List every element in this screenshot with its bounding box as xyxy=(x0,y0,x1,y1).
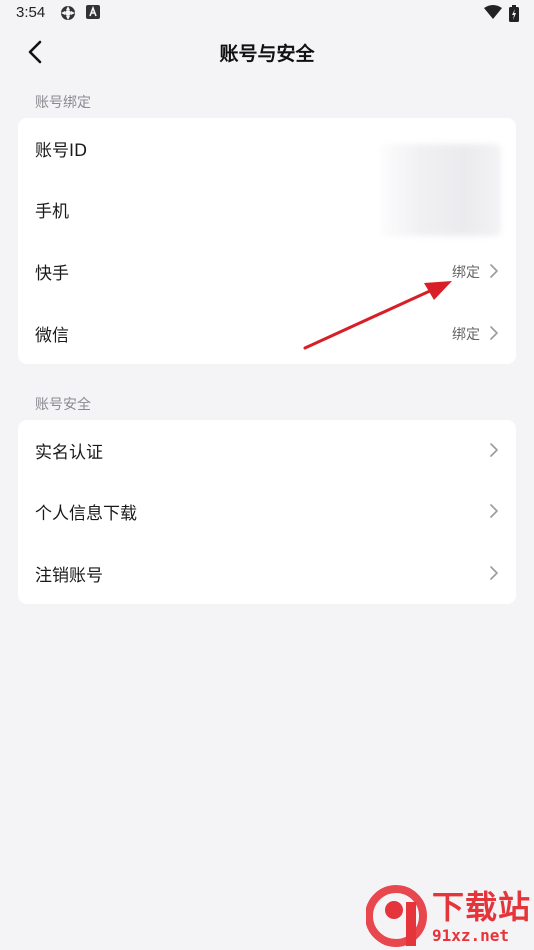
bind-status: 绑定 xyxy=(452,265,480,281)
watermark: 下载站 91xz.net xyxy=(366,882,534,950)
row-label: 快手 xyxy=(35,264,69,284)
row-real-name-verification[interactable]: 实名认证 xyxy=(18,420,516,481)
row-wechat[interactable]: 微信 绑定 xyxy=(18,303,516,364)
row-cancel-account[interactable]: 注销账号 xyxy=(18,543,516,604)
chevron-right-icon xyxy=(490,566,498,580)
section-title-security: 账号安全 xyxy=(35,397,91,413)
navigation-bar: 账号与安全 xyxy=(0,28,534,76)
sync-icon xyxy=(61,6,75,20)
watermark-logo-icon xyxy=(366,885,427,947)
battery-icon xyxy=(509,5,519,22)
page-title: 账号与安全 xyxy=(219,43,315,65)
watermark-url: 91xz.net xyxy=(432,926,510,945)
row-label: 实名认证 xyxy=(35,443,103,463)
bind-status: 绑定 xyxy=(452,327,480,343)
row-kuaishou[interactable]: 快手 绑定 xyxy=(18,241,516,302)
watermark-brand: 下载站 xyxy=(432,888,532,926)
binding-card: 账号ID 手机 快手 绑定 微信 绑定 xyxy=(18,118,516,364)
chevron-right-icon xyxy=(490,443,498,457)
wifi-icon xyxy=(484,5,502,19)
row-personal-info-download[interactable]: 个人信息下载 xyxy=(18,481,516,542)
row-label: 个人信息下载 xyxy=(35,504,137,524)
notification-a-icon xyxy=(86,5,100,19)
section-title-binding: 账号绑定 xyxy=(35,95,91,111)
row-label: 注销账号 xyxy=(35,566,103,586)
chevron-right-icon xyxy=(490,504,498,518)
chevron-right-icon xyxy=(490,326,498,340)
status-time: 3:54 xyxy=(16,4,46,21)
chevron-right-icon xyxy=(490,264,498,278)
row-label: 手机 xyxy=(35,202,69,222)
security-card: 实名认证 个人信息下载 注销账号 xyxy=(18,420,516,604)
row-label: 账号ID xyxy=(35,141,88,161)
status-bar: 3:54 xyxy=(0,0,534,28)
redacted-blur xyxy=(381,144,501,236)
row-label: 微信 xyxy=(35,326,69,346)
